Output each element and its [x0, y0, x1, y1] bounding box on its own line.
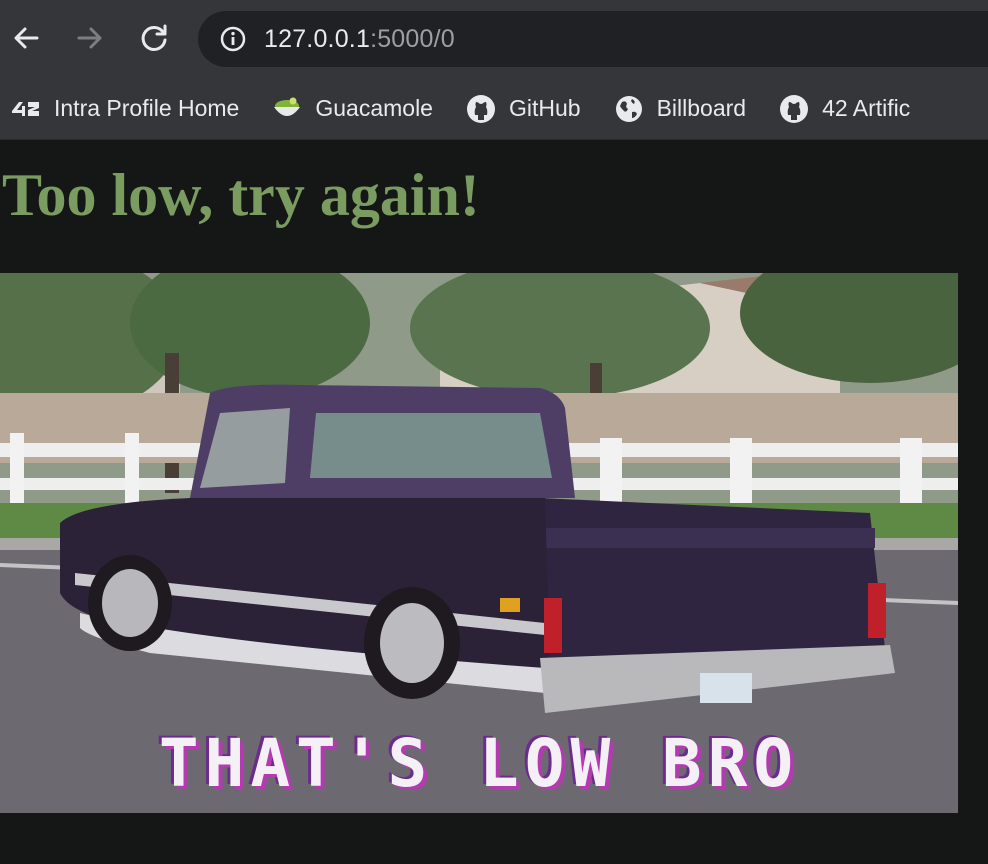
forward-arrow-icon [77, 27, 102, 49]
bookmark-guacamole[interactable]: Guacamole [271, 93, 433, 125]
bookmark-billboard[interactable]: Billboard [613, 93, 747, 125]
url-host: 127.0.0.1 [264, 24, 371, 53]
back-arrow-icon [14, 27, 39, 49]
globe-icon [613, 93, 645, 125]
forward-button[interactable] [72, 20, 108, 56]
42-logo-icon [10, 93, 42, 125]
bookmark-github[interactable]: GitHub [465, 93, 581, 125]
bookmark-label: GitHub [508, 95, 581, 121]
info-icon[interactable] [220, 26, 246, 52]
bookmark-label: Billboard [656, 95, 747, 121]
bookmark-label: 42 Artific [822, 95, 911, 121]
address-bar[interactable]: 127.0.0.1:5000/0 [198, 11, 988, 67]
reload-button[interactable] [136, 20, 172, 56]
gif-caption: THAT'S LOW BRO [158, 725, 800, 802]
bookmark-intra-profile-home[interactable]: Intra Profile Home [10, 93, 239, 125]
page-heading: Too low, try again! [2, 162, 480, 228]
url-text[interactable]: 127.0.0.1:5000/0 [264, 25, 455, 54]
bookmarks-bar: Intra Profile Home Guacamole GitHub Bill… [0, 78, 988, 140]
guacamole-bowl-icon [271, 93, 303, 125]
bookmark-42-artificial[interactable]: 42 Artific [778, 93, 910, 125]
github-icon [465, 93, 497, 125]
github-icon [778, 93, 810, 125]
bookmark-label: Guacamole [315, 95, 433, 121]
lowrider-truck-gif: THAT'S LOW BRO [0, 273, 958, 813]
bookmark-label: Intra Profile Home [54, 95, 240, 121]
reload-icon [141, 24, 167, 51]
browser-toolbar: 127.0.0.1:5000/0 [0, 0, 988, 78]
url-path: :5000/0 [370, 24, 455, 53]
back-button[interactable] [8, 20, 44, 56]
